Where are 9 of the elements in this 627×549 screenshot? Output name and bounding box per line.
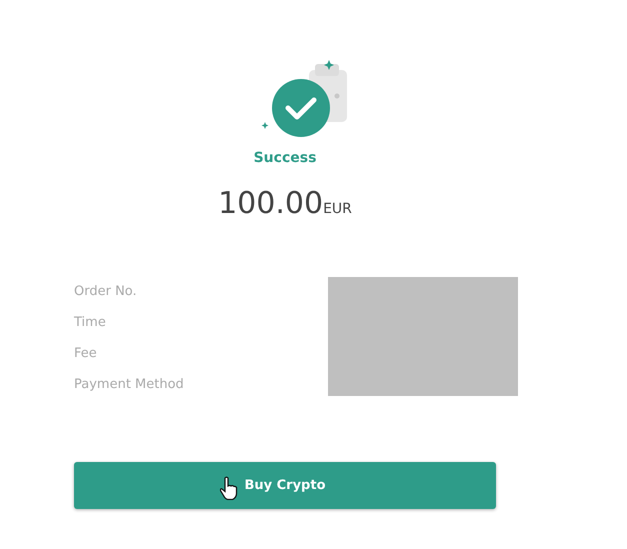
currency-label: EUR: [323, 201, 352, 217]
buy-crypto-button[interactable]: Buy Crypto: [74, 462, 496, 509]
detail-label: Fee: [74, 345, 98, 363]
hand-cursor-icon: [220, 476, 238, 500]
detail-label: Payment Method: [74, 376, 184, 394]
detail-label: Order No.: [74, 283, 138, 301]
amount-value: 100.00: [218, 186, 324, 221]
detail-label: Time: [74, 314, 107, 332]
status-label: Success: [254, 150, 316, 166]
